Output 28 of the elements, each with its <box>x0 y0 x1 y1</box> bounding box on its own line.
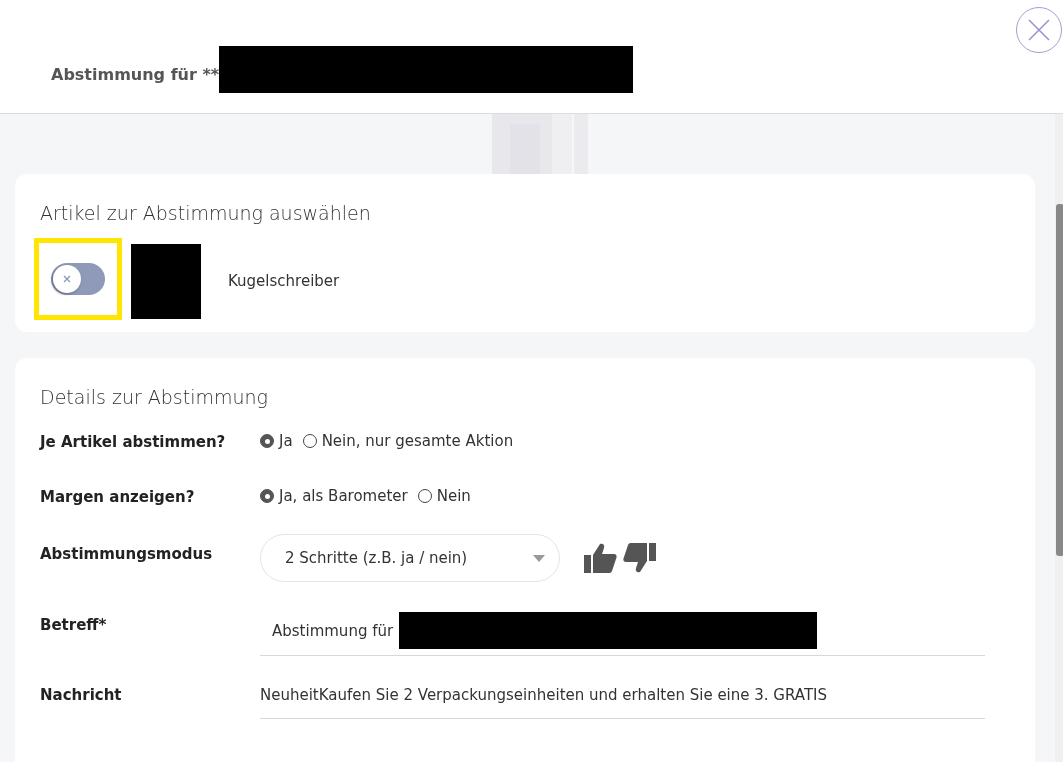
field-label: Nachricht <box>40 686 123 704</box>
radio-button[interactable] <box>260 434 274 448</box>
subject-field[interactable]: Abstimmung für <box>260 612 985 656</box>
caret-icon <box>533 554 545 562</box>
field-value: Abstimmung für <box>272 621 394 640</box>
section-heading: Artikel zur Abstimmung auswählen <box>40 202 372 224</box>
article-name: Kugelschreiber <box>228 272 340 290</box>
thumbs-down-icon[interactable] <box>623 543 656 573</box>
close-icon <box>1028 19 1050 41</box>
toggle-switch[interactable] <box>51 263 105 295</box>
dialog-title: Abstimmung für ** <box>51 65 220 84</box>
radio-button[interactable] <box>302 434 317 448</box>
cross-icon <box>63 275 71 283</box>
section-heading: Details zur Abstimmung <box>40 386 269 408</box>
field-label: Margen anzeigen? <box>40 488 196 506</box>
radio-button[interactable] <box>417 489 432 503</box>
mode-dropdown[interactable]: 2 Schritte (z.B. ja / nein) <box>260 534 560 582</box>
thumbs-up-icon[interactable] <box>584 543 617 573</box>
field-label: Betreff* <box>40 616 108 634</box>
radio-label[interactable]: Nein <box>436 487 471 505</box>
field-label: Abstimmungsmodus <box>40 545 214 563</box>
field-label: Je Artikel abstimmen? <box>40 433 227 451</box>
radio-label[interactable]: Nein, nur gesamte Aktion <box>321 432 514 450</box>
message-text: NeuheitKaufen Sie 2 Verpackungseinheiten und erhalten Sie eine 3. GRATIS <box>260 686 985 719</box>
scrollbar[interactable] <box>1055 114 1063 762</box>
radio-label[interactable]: Ja <box>279 432 293 450</box>
radio-label[interactable]: Ja, als Barometer <box>279 487 408 505</box>
radio-button[interactable] <box>260 489 274 503</box>
